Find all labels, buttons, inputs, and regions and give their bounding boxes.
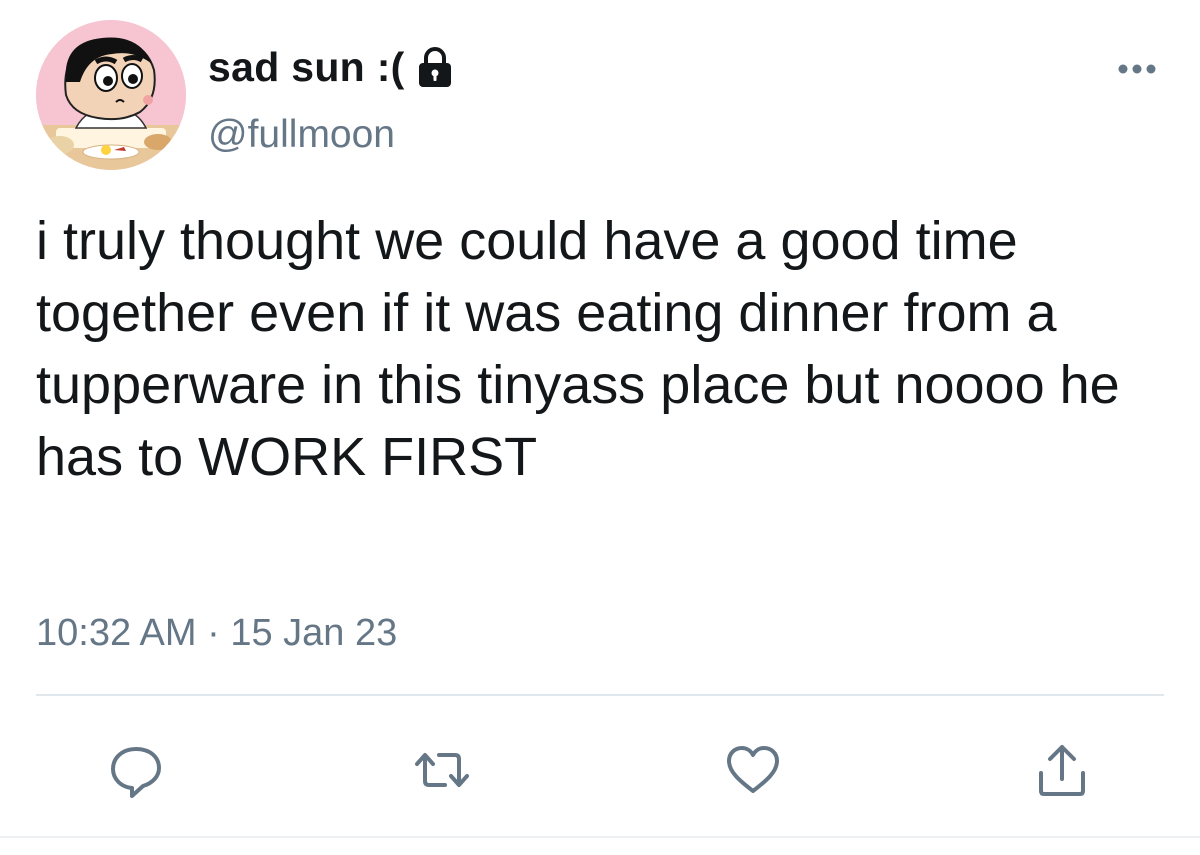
avatar-image: [36, 20, 186, 170]
tweet-meta: 10:32 AM · 15 Jan 23: [36, 612, 397, 655]
tweet-date[interactable]: 15 Jan 23: [230, 612, 397, 654]
avatar[interactable]: [36, 20, 186, 170]
bottom-divider: [0, 836, 1200, 838]
user-handle[interactable]: @fullmoon: [208, 113, 395, 157]
like-icon: [727, 746, 779, 793]
divider: [36, 694, 1164, 696]
meta-separator: ·: [207, 612, 220, 654]
tweet-time[interactable]: 10:32 AM: [36, 612, 197, 654]
reply-button[interactable]: [104, 738, 168, 802]
retweet-button[interactable]: [410, 738, 474, 802]
lock-icon: [418, 47, 451, 87]
more-button[interactable]: [1112, 54, 1162, 84]
share-icon: [1039, 745, 1085, 796]
like-button[interactable]: [721, 738, 785, 802]
reply-icon: [111, 747, 161, 798]
display-name[interactable]: sad sun :(: [208, 44, 405, 91]
retweet-icon: [415, 753, 469, 787]
more-icon: [1118, 64, 1156, 74]
tweet-text: i truly thought we could have a good tim…: [36, 211, 1120, 487]
name-row: sad sun :(: [208, 40, 455, 94]
share-button[interactable]: [1030, 738, 1094, 802]
